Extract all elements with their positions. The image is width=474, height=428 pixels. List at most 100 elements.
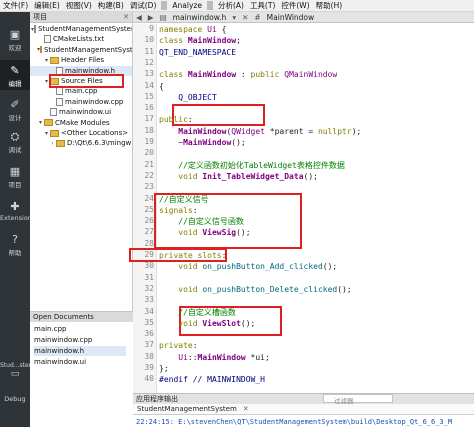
code-line: class MainWindow : public QMainWindow [159, 69, 337, 80]
tree-item[interactable]: › D:\Qt\6.6.3\mingw [30, 138, 132, 148]
code-token: ); [351, 126, 362, 136]
line-number: 26 [144, 216, 154, 226]
chevron-down-icon[interactable]: ▾ [232, 13, 236, 22]
line-number: 30 [144, 261, 154, 271]
project-panel: 项目 ✕ ▾ StudentManagementSystem CMakeLists.… [30, 12, 133, 415]
tree-arrow-icon[interactable]: ▾ [43, 57, 50, 64]
line-number: 25 [144, 204, 154, 214]
code-line: namespace Ui { [159, 24, 226, 35]
tree-item-label: CMake Modules [55, 118, 110, 127]
symbol-selector[interactable]: MainWindow [267, 13, 314, 22]
tree-arrow-icon[interactable]: ▾ [37, 119, 44, 126]
edit-icon: ✎ [10, 64, 20, 77]
mode-debug[interactable]: ⛭ 调试 [0, 126, 30, 156]
open-document-label: mainwindow.cpp [34, 336, 93, 344]
line-number: 36 [144, 329, 154, 339]
code-line: MainWindow(QWidget *parent = nullptr); [159, 126, 361, 137]
open-document-item[interactable]: mainwindow.h [34, 346, 126, 356]
mode-extensions[interactable]: ✚ Extensions [0, 196, 35, 226]
code-line: //自定义槽函数 [159, 307, 236, 318]
folder-icon [44, 119, 53, 127]
folder-icon [50, 56, 59, 64]
kit-selector[interactable]: Stud...stem ▭ [0, 362, 35, 386]
code-token: QMainWindow [284, 70, 338, 80]
code-token: *parent = [264, 126, 318, 136]
tree-item-label: main.cpp [65, 87, 98, 96]
code-token: Q_OBJECT [159, 92, 217, 102]
line-number: 15 [144, 91, 154, 101]
tree-item[interactable]: ▾ CMake Modules [30, 118, 132, 128]
open-document-item[interactable]: mainwindow.cpp [34, 335, 126, 345]
mode-project[interactable]: ▦ 项目 [0, 161, 30, 191]
menu-item-5[interactable]: Analyze [169, 1, 205, 10]
code-token: void [178, 284, 203, 294]
tree-item-label: D:\Qt\6.6.3\mingw [67, 139, 132, 148]
close-tab-icon[interactable]: ✕ [242, 13, 248, 22]
code-token: QWidget [231, 126, 265, 136]
mode-edit[interactable]: ✎ 编辑 [0, 60, 30, 90]
menu-separator [161, 1, 168, 10]
menu-item-7[interactable]: 工具(T) [247, 0, 278, 11]
mode-label: 编辑 [8, 80, 22, 88]
menu-item-9[interactable]: 帮助(H) [313, 0, 346, 11]
tree-item[interactable]: ▾StudentManagementSystem [30, 45, 132, 55]
line-number: 35 [144, 317, 154, 327]
application-output-panel: 应用程序输出 过滤器 StudentManagementSystem ✕ 22:… [133, 393, 474, 428]
output-title: 应用程序输出 [136, 395, 178, 403]
open-document-item[interactable]: main.cpp [34, 324, 126, 334]
tree-item[interactable]: CMakeLists.txt [30, 34, 132, 44]
menu-item-8[interactable]: 控件(W) [278, 0, 312, 11]
code-line: Ui::MainWindow *ui; [159, 352, 270, 363]
code-token: }; [159, 364, 169, 373]
tree-item[interactable]: mainwindow.cpp [30, 97, 132, 107]
code-line: void ViewSlot(); [159, 318, 255, 329]
project-panel-header: 项目 ✕ [30, 12, 132, 23]
line-number: 11 [144, 46, 154, 56]
line-number: 19 [144, 137, 154, 146]
tree-arrow-icon[interactable]: ▾ [43, 130, 50, 137]
project-tree: ▾ StudentManagementSystem CMakeLists.txt ▾ S… [30, 23, 132, 323]
menu-item-4[interactable]: 调试(D) [127, 0, 160, 11]
code-line: }; [159, 363, 169, 374]
debug-mode-label[interactable]: Debug [0, 395, 30, 403]
mode-welcome[interactable]: ▣ 欢迎 [0, 24, 30, 54]
tree-item[interactable]: ▾ <Other Locations> [30, 128, 132, 138]
back-icon[interactable]: ◀ [136, 13, 142, 22]
code-token: : [236, 70, 251, 80]
open-document-item[interactable]: mainwindow.ui [34, 357, 126, 367]
line-number: 20 [144, 148, 154, 158]
menu-item-6[interactable]: 分析(A) [215, 0, 247, 11]
line-number: 28 [144, 238, 154, 248]
menu-item-1[interactable]: 编辑(E) [31, 0, 63, 11]
code-token: nullptr [317, 126, 352, 136]
menu-item-3[interactable]: 构建(B) [95, 0, 127, 11]
welcome-icon: ▣ [9, 28, 21, 41]
close-icon[interactable]: ✕ [243, 405, 249, 413]
mode-help[interactable]: ? 帮助 [0, 229, 30, 259]
tree-item-label: Header Files [61, 56, 105, 65]
mode-design[interactable]: ✐ 设计 [0, 94, 30, 124]
code-area[interactable]: namespace Ui {class MainWindow; QT_END_NA… [129, 24, 474, 393]
line-number: 17 [144, 114, 154, 124]
line-number: 40 [144, 374, 154, 384]
close-icon[interactable]: ✕ [123, 13, 129, 21]
open-document-label: mainwindow.ui [34, 358, 87, 366]
output-tab-label: StudentManagementSystem [137, 405, 237, 413]
editor-file-tab[interactable]: mainwindow.h [173, 13, 227, 22]
tree-item[interactable]: mainwindow.ui [30, 107, 132, 117]
forward-icon[interactable]: ▶ [148, 13, 154, 22]
tree-arrow-icon[interactable]: › [49, 140, 56, 147]
line-number: 37 [144, 340, 154, 350]
code-token: on_pushButton_Add_clicked [202, 262, 323, 272]
output-header: 应用程序输出 过滤器 [133, 394, 474, 405]
tree-item[interactable]: ▾ Header Files [30, 55, 132, 65]
menu-item-2[interactable]: 视图(V) [63, 0, 95, 11]
output-tab[interactable]: StudentManagementSystem ✕ [133, 404, 474, 415]
menu-item-0[interactable]: 文件(F) [0, 0, 31, 11]
project-icon: ▦ [9, 165, 21, 178]
tree-item[interactable]: ▾StudentManagementSystem [30, 24, 132, 34]
output-filter-input[interactable]: 过滤器 [323, 394, 393, 405]
